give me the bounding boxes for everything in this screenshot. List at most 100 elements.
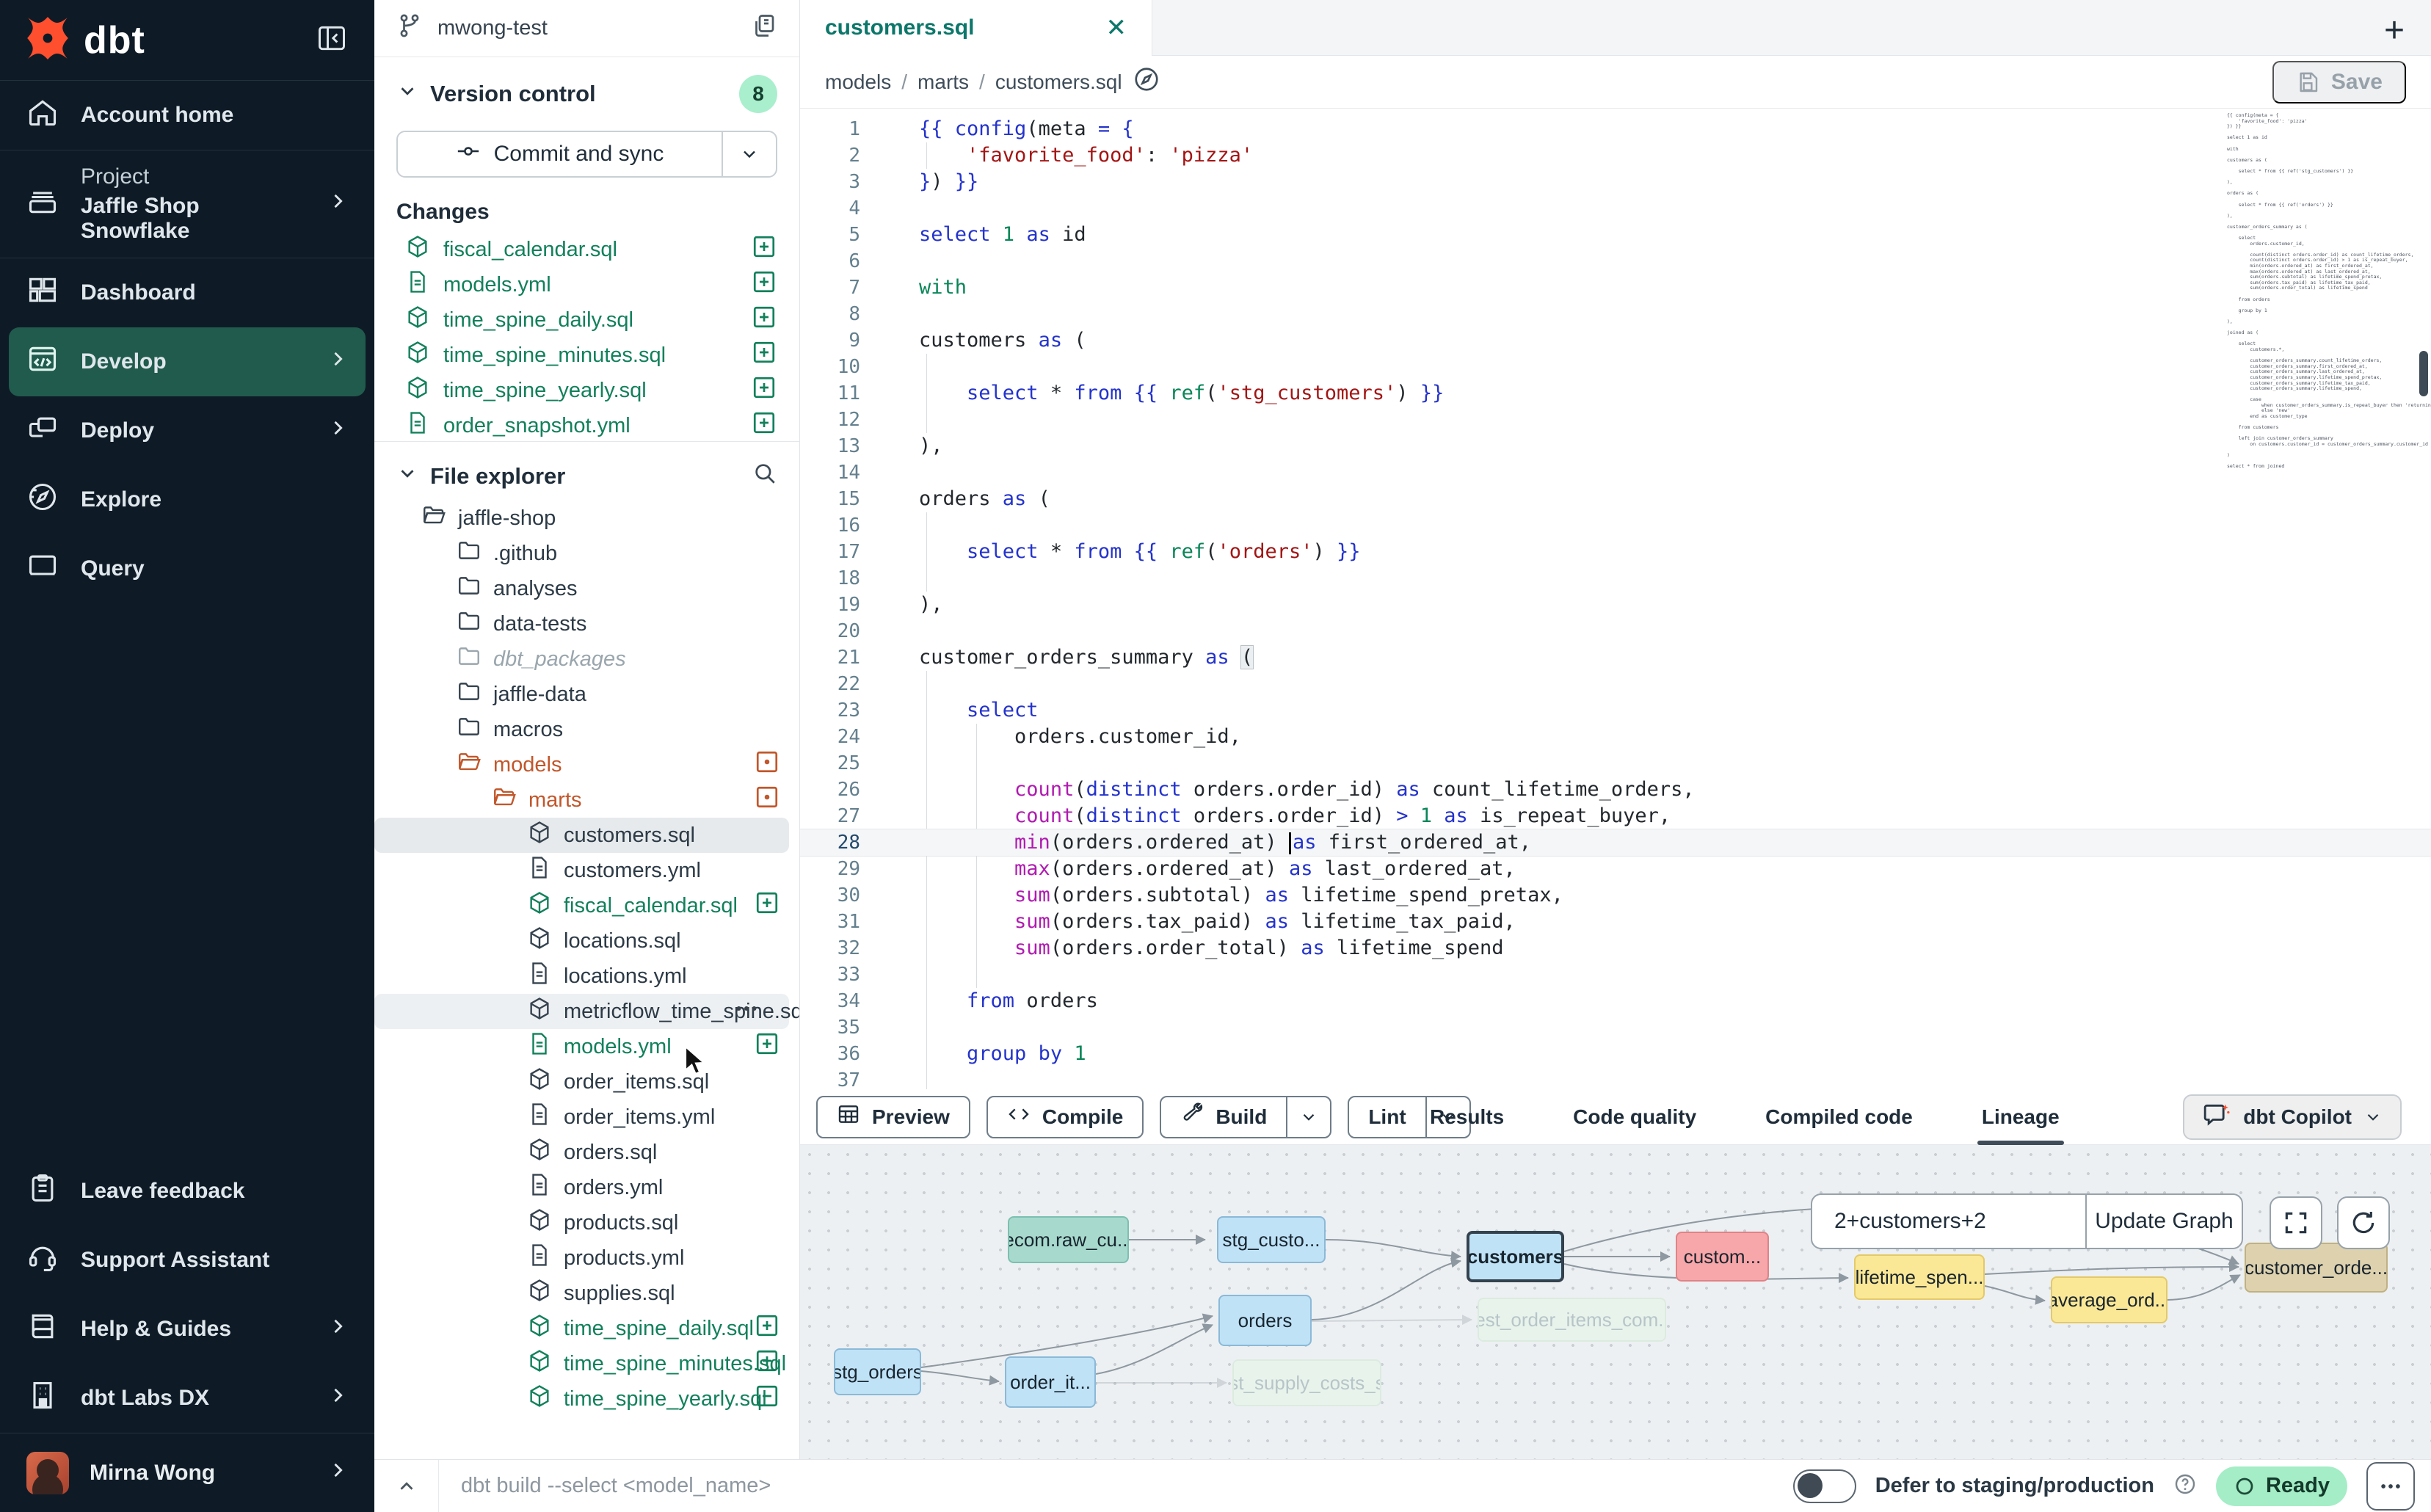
lineage-node-test-supply[interactable]: test_supply_costs_s... xyxy=(1232,1359,1381,1406)
change-item[interactable]: time_spine_yearly.sql xyxy=(374,373,799,408)
code-line-19[interactable]: 19), xyxy=(800,592,2431,618)
plus-badge-icon[interactable] xyxy=(754,1031,780,1063)
lineage-node-stg-orders[interactable]: stg_orders xyxy=(834,1348,921,1395)
tree-item-orders-sql[interactable]: orders.sql xyxy=(374,1135,799,1170)
menu-badge-icon[interactable] xyxy=(733,995,760,1028)
code-line-6[interactable]: 6 xyxy=(800,248,2431,275)
sidebar-user[interactable]: Mirna Wong xyxy=(0,1433,374,1512)
code-line-21[interactable]: 21customer_orders_summary as ( xyxy=(800,644,2431,671)
version-control-header[interactable]: Version control 8 xyxy=(374,57,799,123)
lineage-node-stg-customers[interactable]: stg_custo... xyxy=(1217,1216,1326,1263)
sidebar-item-leave-feedback[interactable]: Leave feedback xyxy=(0,1157,374,1226)
save-button[interactable]: Save xyxy=(2272,61,2406,103)
explore-lineage-icon[interactable] xyxy=(1133,65,1160,98)
code-line-16[interactable]: 16 xyxy=(800,512,2431,539)
search-icon[interactable] xyxy=(752,461,777,492)
tab-results[interactable]: Results xyxy=(1430,1089,1504,1145)
preview-button[interactable]: Preview xyxy=(816,1096,970,1138)
code-line-2[interactable]: 2 'favorite_food': 'pizza' xyxy=(800,142,2431,169)
sidebar-item-project[interactable]: ProjectJaffle Shop Snowflake xyxy=(0,150,374,258)
code-line-25[interactable]: 25 xyxy=(800,750,2431,777)
code-line-7[interactable]: 7with xyxy=(800,275,2431,301)
code-line-23[interactable]: 23 select xyxy=(800,697,2431,724)
change-item[interactable]: fiscal_calendar.sql xyxy=(374,232,799,267)
code-line-12[interactable]: 12 xyxy=(800,407,2431,433)
tree-item-locations-sql[interactable]: locations.sql xyxy=(374,923,799,959)
new-tab-icon[interactable]: + xyxy=(2384,10,2405,51)
lineage-graph[interactable]: count_lifetim... ecom.raw_cu...stg_custo… xyxy=(800,1145,2431,1459)
tree-item-order-items-sql[interactable]: order_items.sql xyxy=(374,1064,799,1100)
lineage-node-customer-x[interactable]: custom... xyxy=(1676,1232,1769,1282)
tab-compiled-code[interactable]: Compiled code xyxy=(1765,1089,1913,1145)
lineage-node-order-items[interactable]: order_it... xyxy=(1005,1356,1096,1408)
file-explorer-header[interactable]: File explorer xyxy=(374,441,799,501)
code-line-14[interactable]: 14 xyxy=(800,459,2431,486)
tree-item-time-spine-daily-sql[interactable]: time_spine_daily.sql xyxy=(374,1311,799,1346)
status-badge[interactable]: Ready xyxy=(2216,1466,2347,1506)
code-line-24[interactable]: 24 orders.customer_id, xyxy=(800,724,2431,750)
sidebar-item-explore[interactable]: Explore xyxy=(0,465,374,534)
code-line-4[interactable]: 4 xyxy=(800,195,2431,222)
lineage-node-orders[interactable]: orders xyxy=(1218,1295,1312,1346)
sidebar-item-account-home[interactable]: Account home xyxy=(0,81,374,150)
tab-code-quality[interactable]: Code quality xyxy=(1573,1089,1696,1145)
tree-item-orders-yml[interactable]: orders.yml xyxy=(374,1170,799,1205)
close-tab-icon[interactable]: ✕ xyxy=(1106,13,1127,43)
plus-badge-icon[interactable] xyxy=(754,1312,780,1345)
tree-item-models-yml[interactable]: models.yml xyxy=(374,1029,799,1064)
code-line-27[interactable]: 27 count(distinct orders.order_id) > 1 a… xyxy=(800,803,2431,829)
change-item[interactable]: time_spine_minutes.sql xyxy=(374,338,799,373)
stage-plus-icon[interactable] xyxy=(751,304,777,336)
change-item[interactable]: models.yml xyxy=(374,267,799,302)
code-line-34[interactable]: 34 from orders xyxy=(800,988,2431,1014)
copy-icon[interactable] xyxy=(751,12,777,45)
command-input[interactable]: dbt build --select <model_name> xyxy=(439,1474,1793,1498)
tree-item-data-tests[interactable]: data-tests xyxy=(374,606,799,641)
tree-item-customers-sql[interactable]: customers.sql xyxy=(374,818,789,853)
code-line-31[interactable]: 31 sum(orders.tax_paid) as lifetime_tax_… xyxy=(800,909,2431,935)
lineage-node-lifetime-spend[interactable]: lifetime_spen... xyxy=(1854,1254,1985,1300)
refresh-button[interactable] xyxy=(2337,1196,2390,1249)
stage-plus-icon[interactable] xyxy=(751,233,777,266)
tree-item-jaffle-shop[interactable]: jaffle-shop xyxy=(374,501,799,536)
more-options-button[interactable] xyxy=(2366,1462,2415,1511)
expand-command-bar-icon[interactable] xyxy=(374,1460,439,1512)
breadcrumb-marts[interactable]: marts xyxy=(917,70,969,94)
commit-and-sync-button[interactable]: Commit and sync xyxy=(396,131,777,178)
code-editor[interactable]: 1{{ config(meta = {2 'favorite_food': 'p… xyxy=(800,109,2431,1089)
minus-badge-icon[interactable] xyxy=(754,1383,780,1415)
breadcrumb-file[interactable]: customers.sql xyxy=(995,70,1122,94)
lineage-node-ecom-raw[interactable]: ecom.raw_cu... xyxy=(1008,1216,1129,1263)
compile-button[interactable]: Compile xyxy=(986,1096,1144,1138)
tree-item-products-sql[interactable]: products.sql xyxy=(374,1205,799,1240)
tree-item-jaffle-data[interactable]: jaffle-data xyxy=(374,677,799,712)
code-line-11[interactable]: 11 select * from {{ ref('stg_customers')… xyxy=(800,380,2431,407)
code-line-13[interactable]: 13), xyxy=(800,433,2431,459)
defer-toggle[interactable] xyxy=(1793,1469,1856,1503)
tree-item-supplies-sql[interactable]: supplies.sql xyxy=(374,1276,799,1311)
change-item[interactable]: time_spine_daily.sql xyxy=(374,302,799,338)
stage-plus-icon[interactable] xyxy=(751,339,777,371)
lineage-node-test-order-items[interactable]: test_order_items_com... xyxy=(1478,1298,1666,1342)
tab-customers-sql[interactable]: customers.sql ✕ xyxy=(800,0,1152,56)
tree-item-locations-yml[interactable]: locations.yml xyxy=(374,959,799,994)
lineage-node-customer-orders[interactable]: customer_orde... xyxy=(2245,1243,2388,1293)
stage-plus-icon[interactable] xyxy=(751,269,777,301)
sidebar-item-dbt-labs-dx[interactable]: dbt Labs DX xyxy=(0,1364,374,1433)
lineage-node-customers[interactable]: customers xyxy=(1467,1231,1564,1282)
code-line-9[interactable]: 9customers as ( xyxy=(800,327,2431,354)
dbt-copilot-button[interactable]: dbt Copilot xyxy=(2183,1094,2402,1140)
stage-plus-icon[interactable] xyxy=(751,410,777,437)
dot-badge-icon[interactable] xyxy=(754,749,780,781)
tree-item-order-items-yml[interactable]: order_items.yml xyxy=(374,1100,799,1135)
code-line-30[interactable]: 30 sum(orders.subtotal) as lifetime_spen… xyxy=(800,882,2431,909)
collapse-sidebar-icon[interactable] xyxy=(316,22,348,58)
sidebar-item-help-guides[interactable]: Help & Guides xyxy=(0,1295,374,1364)
sidebar-item-query[interactable]: Query xyxy=(0,534,374,603)
tree-item-macros[interactable]: macros xyxy=(374,712,799,747)
tree-item-products-yml[interactable]: products.yml xyxy=(374,1240,799,1276)
code-line-15[interactable]: 15orders as ( xyxy=(800,486,2431,512)
code-line-8[interactable]: 8 xyxy=(800,301,2431,327)
tree-item-customers-yml[interactable]: customers.yml xyxy=(374,853,799,888)
tree-item-fiscal-calendar-sql[interactable]: fiscal_calendar.sql xyxy=(374,888,799,923)
